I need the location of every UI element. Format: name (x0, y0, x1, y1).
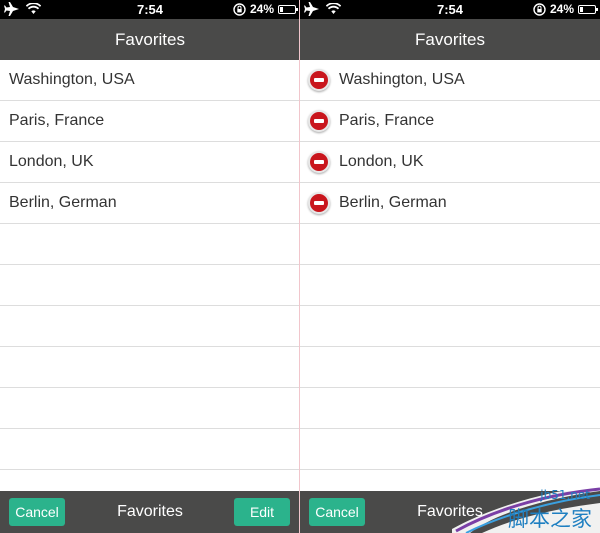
favorites-screen-normal: 7:54 24% Favorites Washington, USA Paris… (0, 0, 300, 533)
empty-row (0, 429, 300, 470)
empty-row (300, 265, 600, 306)
rotation-lock-icon (233, 2, 246, 16)
empty-row (300, 224, 600, 265)
cancel-button[interactable]: Cancel (309, 498, 365, 526)
empty-row (300, 388, 600, 429)
delete-icon[interactable] (308, 192, 330, 214)
empty-row (0, 265, 300, 306)
list-item-label: Paris, France (339, 112, 435, 129)
battery-percent: 24% (549, 2, 574, 16)
list-item[interactable]: Paris, France (0, 101, 300, 142)
empty-row (0, 347, 300, 388)
bottom-toolbar: Favorites Cancel Edit (0, 491, 300, 533)
empty-row (300, 306, 600, 347)
panel-divider (299, 0, 300, 533)
list-item[interactable]: Berlin, German (0, 183, 300, 224)
watermark-text: 脚本之家 (508, 507, 592, 531)
delete-icon[interactable] (308, 69, 330, 91)
list-item-label: London, UK (9, 153, 94, 170)
delete-icon[interactable] (308, 151, 330, 173)
watermark-site: jb51.net (540, 488, 590, 502)
battery-level-fill (280, 6, 284, 12)
list-item-label: London, UK (339, 153, 424, 170)
list-item-label: Washington, USA (339, 71, 465, 88)
delete-icon[interactable] (308, 110, 330, 132)
list-item-label: Washington, USA (9, 71, 135, 88)
list-item-label: Berlin, German (9, 194, 117, 211)
empty-row (0, 388, 300, 429)
status-bar: 7:54 24% (0, 0, 300, 19)
list-item-label: Paris, France (9, 112, 105, 129)
battery-level-fill (580, 6, 584, 12)
list-item[interactable]: London, UK (300, 142, 600, 183)
list-item[interactable]: Washington, USA (300, 60, 600, 101)
favorites-list-editing: Washington, USA Paris, France London, UK… (300, 60, 600, 533)
watermark: jb51.net 脚本之家 (452, 485, 600, 533)
battery-icon (578, 4, 598, 14)
empty-row (0, 224, 300, 265)
nav-bar-title: Favorites (300, 19, 600, 60)
nav-bar-title: Favorites (0, 19, 300, 60)
list-item[interactable]: Washington, USA (0, 60, 300, 101)
favorites-screen-edit-mode: 7:54 24% Favorites Washington, USA Paris… (300, 0, 600, 533)
battery-icon (278, 4, 298, 14)
empty-row (0, 306, 300, 347)
list-item[interactable]: London, UK (0, 142, 300, 183)
cancel-button[interactable]: Cancel (9, 498, 65, 526)
battery-percent: 24% (249, 2, 274, 16)
edit-button[interactable]: Edit (234, 498, 290, 526)
list-item[interactable]: Berlin, German (300, 183, 600, 224)
rotation-lock-icon (533, 2, 546, 16)
favorites-list: Washington, USA Paris, France London, UK… (0, 60, 300, 533)
list-item[interactable]: Paris, France (300, 101, 600, 142)
empty-row (300, 429, 600, 470)
list-item-label: Berlin, German (339, 194, 447, 211)
empty-row (300, 347, 600, 388)
status-bar: 7:54 24% (300, 0, 600, 19)
